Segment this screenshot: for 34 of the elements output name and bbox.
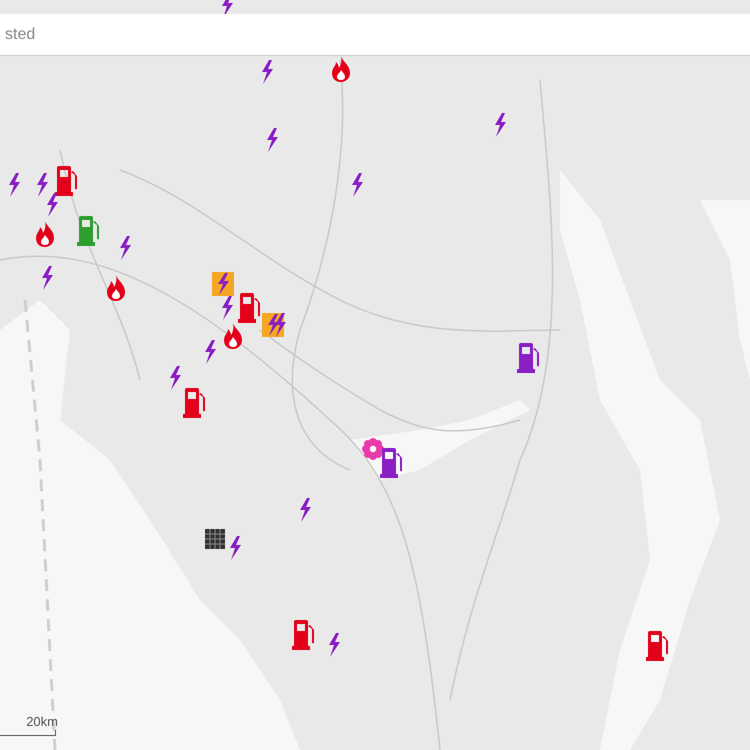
flower-icon[interactable] bbox=[362, 438, 384, 460]
lightning-bolt-icon[interactable] bbox=[493, 113, 507, 137]
fuel-pump-icon[interactable] bbox=[238, 293, 262, 323]
lightning-bolt-icon[interactable] bbox=[168, 366, 182, 390]
lightning-bolt-icon[interactable] bbox=[350, 173, 364, 197]
lightning-bolt-icon[interactable] bbox=[7, 173, 21, 197]
lightning-bolt-icon[interactable] bbox=[298, 498, 312, 522]
flame-icon[interactable] bbox=[105, 275, 127, 301]
lightning-bolt-icon[interactable] bbox=[35, 173, 49, 197]
fuel-pump-icon[interactable] bbox=[646, 631, 670, 661]
search-field[interactable]: sted bbox=[0, 14, 750, 56]
charging-station-icon[interactable] bbox=[212, 272, 234, 296]
lightning-bolt-icon[interactable] bbox=[260, 60, 274, 84]
lightning-bolt-icon[interactable] bbox=[220, 296, 234, 320]
fuel-pump-icon[interactable] bbox=[380, 448, 404, 478]
fuel-pump-icon[interactable] bbox=[55, 166, 79, 196]
lightning-bolt-icon[interactable] bbox=[118, 236, 132, 260]
lightning-bolt-icon[interactable] bbox=[45, 193, 59, 217]
fuel-pump-icon[interactable] bbox=[183, 388, 207, 418]
fuel-pump-icon[interactable] bbox=[292, 620, 316, 650]
lightning-bolt-icon[interactable] bbox=[228, 536, 242, 560]
lightning-bolt-icon[interactable] bbox=[265, 128, 279, 152]
flame-icon[interactable] bbox=[330, 56, 352, 82]
grid-icon[interactable] bbox=[205, 529, 225, 549]
fuel-pump-icon[interactable] bbox=[77, 216, 101, 246]
lightning-bolt-icon[interactable] bbox=[273, 313, 287, 337]
fuel-pump-icon[interactable] bbox=[517, 343, 541, 373]
flame-icon[interactable] bbox=[34, 221, 56, 247]
scale-bar bbox=[0, 730, 56, 736]
lightning-bolt-icon[interactable] bbox=[327, 633, 341, 657]
lightning-bolt-icon[interactable] bbox=[203, 340, 217, 364]
flame-icon[interactable] bbox=[222, 323, 244, 349]
lightning-bolt-icon[interactable] bbox=[40, 266, 54, 290]
scale-label: 20km bbox=[26, 713, 59, 731]
